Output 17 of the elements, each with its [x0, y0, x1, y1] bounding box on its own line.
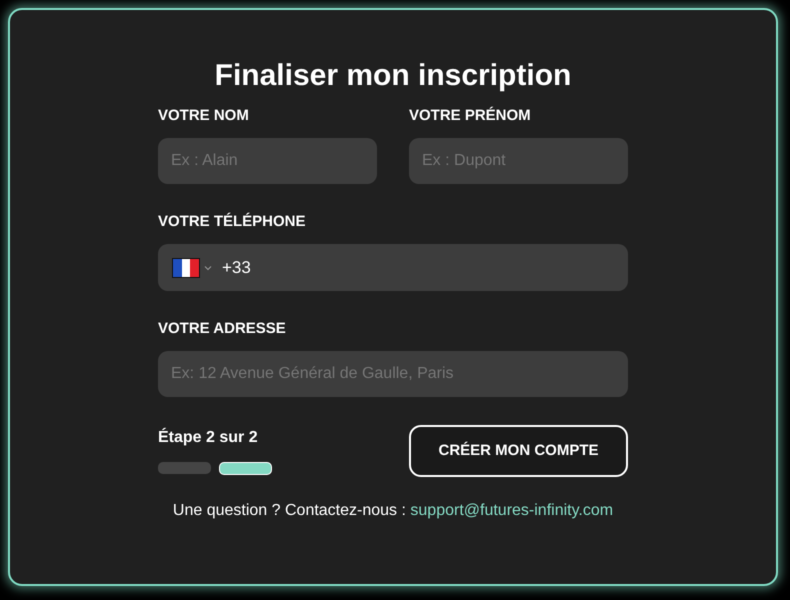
- contact-text: Une question ? Contactez-nous :: [172, 502, 406, 519]
- field-label: VOTRE NOM: [158, 106, 250, 126]
- chevron-down-icon: [204, 264, 212, 270]
- field-label: VOTRE TÉLÉPHONE: [158, 212, 307, 232]
- email-link[interactable]: support@futures-infinity.com: [410, 502, 614, 519]
- phone-value: +33: [222, 256, 251, 279]
- country-selector[interactable]: [172, 258, 212, 278]
- flag-icon: [172, 258, 200, 278]
- step-label: Étape 2 sur 2: [158, 428, 259, 448]
- field-label: VOTRE PRÉNOM: [409, 106, 532, 126]
- field-label: VOTRE ADRESSE: [158, 319, 287, 339]
- address-input[interactable]: Ex: 12 Avenue Général de Gaulle, Paris: [158, 351, 628, 397]
- first-name-input[interactable]: Ex : Dupont: [409, 138, 628, 184]
- phone-input[interactable]: +33: [158, 244, 628, 291]
- create-account-button[interactable]: CRÉER MON COMPTE: [409, 425, 628, 477]
- form-title: Finaliser mon inscription: [214, 58, 572, 94]
- name-input[interactable]: Ex : Alain: [158, 138, 377, 184]
